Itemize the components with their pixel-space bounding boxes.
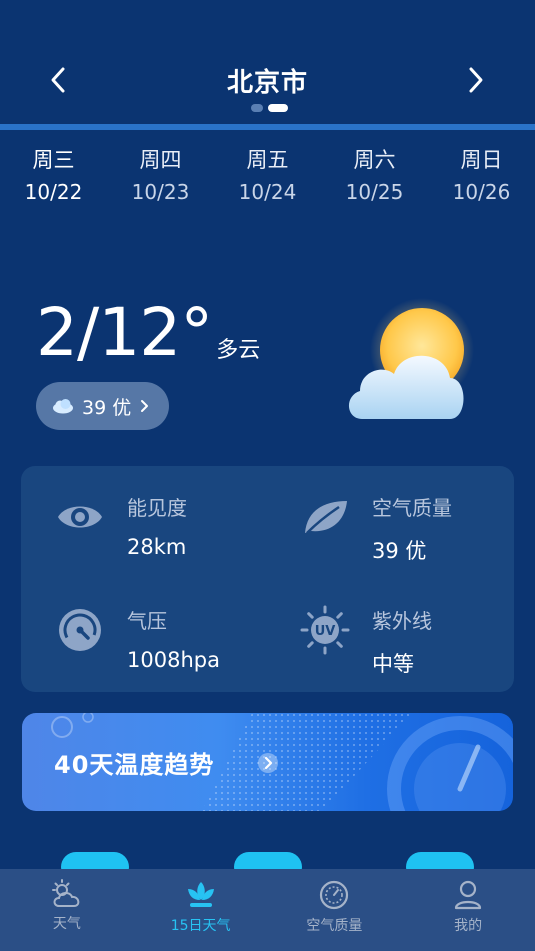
header: 北京市: [0, 0, 535, 125]
tab-label: 空气质量: [306, 918, 363, 934]
tab-label: 天气: [52, 916, 81, 932]
eye-icon: [55, 492, 105, 542]
chevron-right-icon: [141, 400, 149, 412]
next-city-button[interactable]: [458, 62, 494, 98]
visibility-value: 28km: [127, 535, 187, 559]
day-weekday: 周三: [32, 148, 75, 172]
day-date: 10/22: [24, 180, 83, 204]
air-quality-value: 39 优: [372, 539, 427, 563]
bottom-tab-bar: 天气 15日天气 空气质量 我的: [0, 869, 535, 951]
leaf-icon: [300, 492, 350, 542]
pressure-item: 气压 1008hpa: [55, 605, 220, 672]
day-item[interactable]: 周六 10/25: [321, 138, 428, 204]
air-quality-item: 空气质量 39 优: [300, 492, 452, 565]
temperature-block: 2/12° 多云: [36, 296, 260, 370]
day-weekday: 周日: [460, 148, 503, 172]
aqi-badge-text: 39 优: [82, 396, 132, 419]
chevron-right-icon: [469, 67, 483, 93]
city-title: 北京市: [226, 68, 308, 98]
user-icon: [455, 880, 482, 910]
air-dial-icon: [320, 880, 349, 910]
visibility-label: 能见度: [127, 496, 187, 520]
uv-sun-icon: UV: [300, 605, 350, 655]
arrow-circle-icon: [258, 753, 278, 773]
temperature-trend-banner[interactable]: 40天温度趋势: [22, 713, 513, 811]
gauge-icon: [55, 605, 105, 655]
day-item[interactable]: 周四 10/23: [107, 138, 214, 204]
visibility-item: 能见度 28km: [55, 492, 187, 559]
uv-value: 中等: [372, 652, 414, 676]
pressure-label: 气压: [127, 609, 167, 633]
partly-cloudy-icon: [340, 298, 480, 428]
day-selector: 周三 10/22 周四 10/23 周五 10/24 周六 10/25 周日 1…: [0, 138, 535, 204]
day-item[interactable]: 周三 10/22: [0, 138, 107, 204]
day-item[interactable]: 周日 10/26: [428, 138, 535, 204]
tab-mine[interactable]: 我的: [401, 869, 535, 951]
air-quality-label: 空气质量: [372, 496, 452, 520]
tab-label: 我的: [454, 918, 483, 934]
tab-weather[interactable]: 天气: [0, 869, 134, 951]
uv-label: 紫外线: [372, 609, 432, 633]
day-date: 10/24: [238, 180, 297, 204]
header-divider: [0, 124, 535, 130]
weather-details-card: 能见度 28km 空气质量 39 优 气压 1008hpa UV 紫外线 中等: [21, 466, 514, 692]
tab-label: 15日天气: [170, 918, 231, 934]
page-indicator: [251, 104, 288, 112]
day-weekday: 周四: [139, 148, 182, 172]
cloud-icon: [53, 399, 73, 414]
weather-condition: 多云: [216, 338, 261, 363]
day-item[interactable]: 周五 10/24: [214, 138, 321, 204]
page-dot: [251, 104, 263, 112]
day-weekday: 周六: [353, 148, 396, 172]
tab-air-quality[interactable]: 空气质量: [268, 869, 402, 951]
day-date: 10/23: [131, 180, 190, 204]
svg-text:UV: UV: [315, 624, 336, 639]
cloud-sun-icon: [51, 879, 80, 907]
aqi-badge-button[interactable]: 39 优: [36, 382, 169, 430]
day-date: 10/25: [345, 180, 404, 204]
uv-item: UV 紫外线 中等: [300, 605, 432, 678]
day-weekday: 周五: [246, 148, 289, 172]
lotus-icon: [187, 882, 214, 907]
banner-title: 40天温度趋势: [54, 751, 215, 779]
day-date: 10/26: [452, 180, 511, 204]
page-dot-active: [268, 104, 288, 112]
temperature-range: 2/12°: [36, 294, 213, 371]
pressure-value: 1008hpa: [127, 648, 220, 672]
tab-15-day[interactable]: 15日天气: [134, 869, 268, 951]
